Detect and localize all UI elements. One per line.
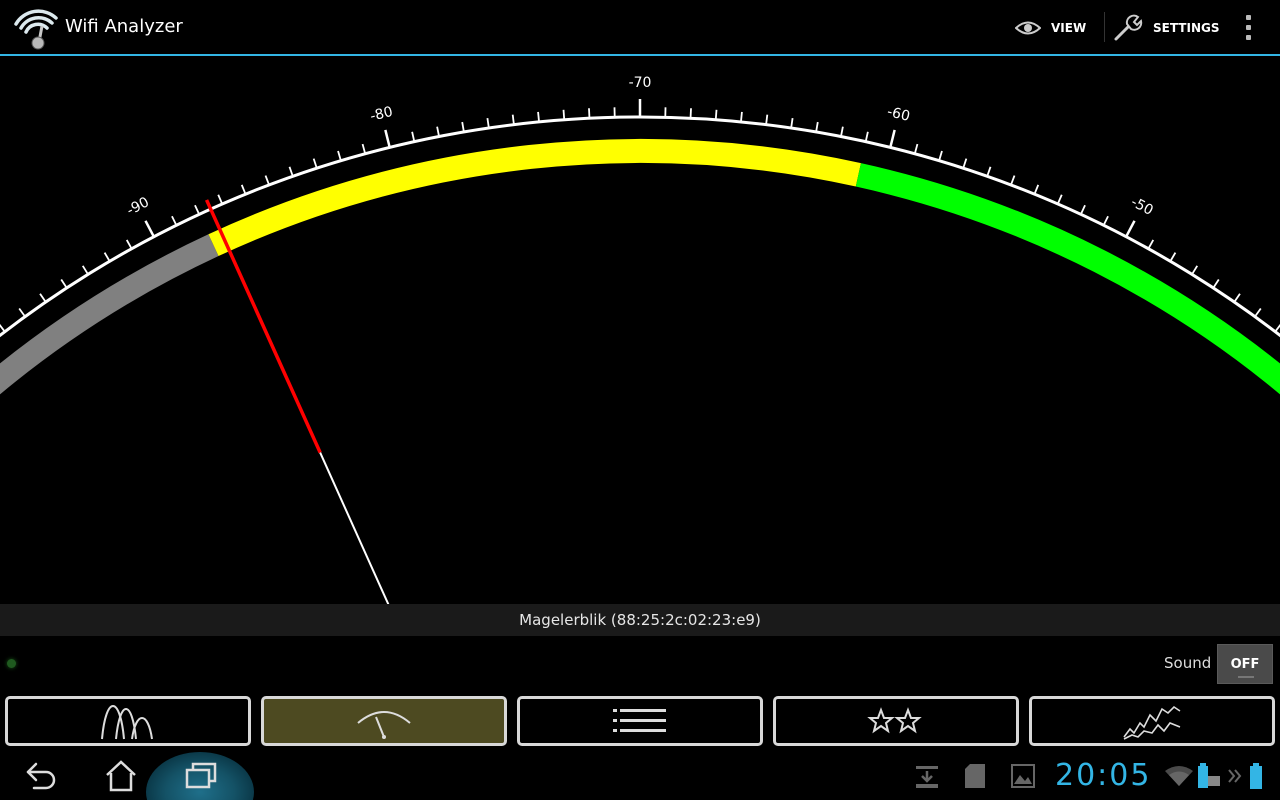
action-bar-separator	[1104, 12, 1105, 42]
scale-label-5: -50	[1128, 194, 1156, 219]
signal-band-1	[208, 139, 861, 257]
scale-label-1: -90	[124, 194, 152, 219]
tab-ap-list[interactable]	[517, 696, 763, 746]
scale-labels: -100-90-80-70-60-50-40dBm	[124, 75, 1156, 219]
wifi-status-icon	[1165, 766, 1193, 786]
sound-toggle[interactable]: OFF	[1217, 644, 1273, 684]
tab-channel-graph[interactable]	[5, 696, 251, 746]
app-title: Wifi Analyzer	[65, 16, 183, 37]
tab-channel-rating[interactable]	[773, 696, 1019, 746]
signal-meter-icon	[357, 711, 411, 739]
signal-bands	[0, 139, 1280, 395]
overflow-dot	[1245, 34, 1251, 40]
scale-label-2: -80	[369, 104, 395, 125]
sd-card-icon[interactable]	[963, 762, 987, 790]
download-notification-icon[interactable]	[914, 764, 940, 790]
wrench-icon	[1114, 14, 1143, 41]
scale-label-4: -60	[885, 104, 911, 125]
sound-label: Sound	[1164, 654, 1212, 672]
overflow-dot	[1245, 24, 1251, 30]
screenshot-icon[interactable]	[1011, 764, 1035, 788]
needle-head	[204, 199, 322, 454]
keyboard-battery-icon	[1198, 763, 1220, 788]
signal-meter-gauge: -100-90-80-70-60-50-40dBm	[0, 75, 1280, 604]
more-notifications-icon	[1228, 769, 1242, 783]
eye-icon	[1015, 21, 1041, 35]
scan-indicator-led	[7, 659, 16, 668]
major-tick	[889, 129, 896, 148]
scale-label-3: -70	[629, 75, 652, 91]
major-tick	[144, 220, 155, 238]
overflow-dot	[1245, 14, 1251, 20]
needle	[204, 199, 390, 604]
ap-list-icon	[613, 709, 666, 732]
network-info-bar: Magelerblik (88:25:2c:02:23:e9)	[0, 604, 1280, 636]
network-ssid: Magelerblik (88:25:2c:02:23:e9)	[519, 611, 761, 629]
star-rating-icon	[867, 707, 922, 734]
settings-button[interactable]: SETTINGS	[1113, 10, 1220, 46]
view-button[interactable]: VIEW	[1015, 10, 1086, 46]
battery-icon	[1250, 763, 1262, 789]
sound-toggle-state: OFF	[1230, 656, 1260, 672]
overflow-menu-button[interactable]	[1236, 12, 1260, 42]
back-button[interactable]	[22, 758, 58, 794]
system-clock: 20:05	[1055, 758, 1152, 793]
major-tick	[1125, 220, 1136, 238]
home-button[interactable]	[104, 758, 138, 794]
major-tick	[384, 129, 391, 148]
action-bar: Wifi Analyzer VIEW SETTINGS	[0, 0, 1280, 54]
app-logo-icon	[14, 9, 58, 50]
time-graph-icon	[1123, 705, 1181, 740]
settings-button-label: SETTINGS	[1153, 21, 1220, 35]
channel-graph-icon	[101, 705, 153, 740]
tab-signal-meter[interactable]	[261, 696, 507, 746]
recent-apps-button[interactable]	[184, 758, 218, 794]
tab-time-graph[interactable]	[1029, 696, 1275, 746]
signal-band-0	[0, 234, 219, 395]
view-button-label: VIEW	[1051, 21, 1087, 35]
needle-shaft	[319, 452, 390, 604]
